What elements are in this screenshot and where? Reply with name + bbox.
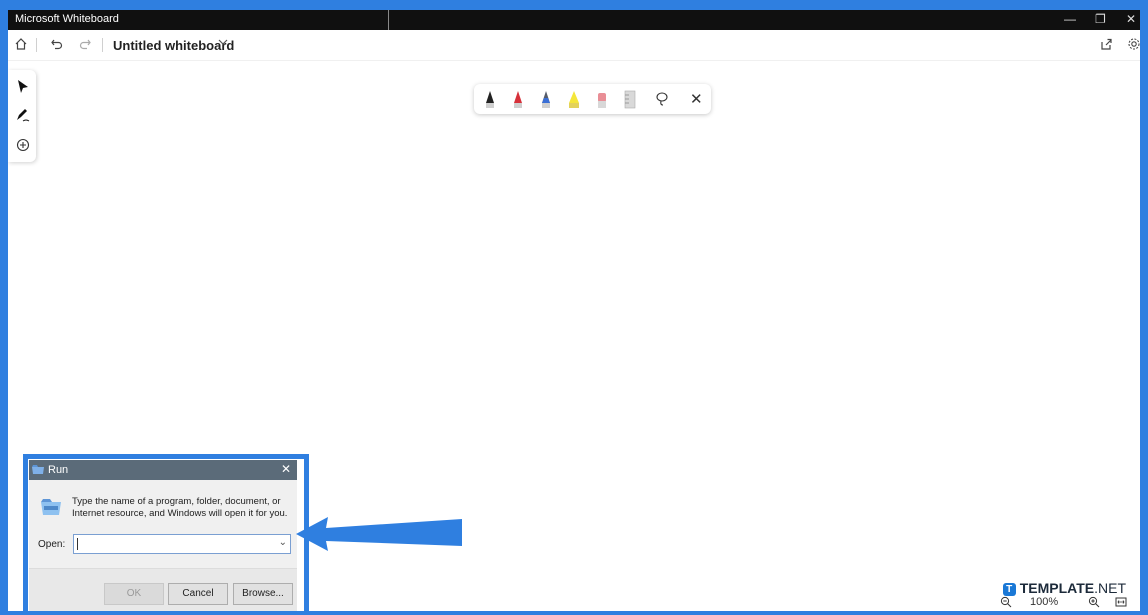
cancel-button[interactable]: Cancel (168, 583, 228, 605)
yellow-highlighter-icon[interactable] (566, 88, 582, 110)
home-icon[interactable] (14, 37, 28, 54)
open-input[interactable]: ⌄ (73, 534, 291, 554)
minimize-icon[interactable]: — (1064, 12, 1076, 26)
zoom-out-icon[interactable] (1000, 596, 1012, 611)
window-title: Microsoft Whiteboard (15, 13, 119, 25)
black-pen-icon[interactable] (482, 88, 498, 110)
run-app-icon (32, 465, 44, 474)
text-caret (77, 538, 78, 550)
settings-gear-icon[interactable] (1127, 37, 1140, 54)
run-footer: OK Cancel Browse... (29, 568, 297, 611)
share-icon[interactable] (1099, 37, 1113, 54)
browse-button[interactable]: Browse... (233, 583, 293, 605)
chevron-down-icon[interactable] (217, 36, 229, 51)
zoom-level: 100% (1030, 596, 1059, 608)
ok-button[interactable]: OK (104, 583, 164, 605)
run-title: Run (48, 464, 69, 476)
run-dialog: Run ✕ Type the name of a program, folder… (29, 460, 297, 611)
toolbar-separator (36, 38, 37, 52)
template-net-watermark: T TEMPLATE.NET (1002, 580, 1126, 596)
app-toolbar: Untitled whiteboard (8, 30, 1140, 61)
pen-toolbar: ✕ (474, 84, 711, 114)
title-bar: Microsoft Whiteboard — ❐ ✕ (8, 10, 1140, 30)
blue-pen-icon[interactable] (538, 88, 554, 110)
close-toolbar-icon[interactable]: ✕ (690, 90, 703, 108)
run-program-icon (41, 499, 61, 515)
zoom-controls: 100% (1000, 595, 1140, 611)
inking-pen-icon[interactable] (14, 106, 32, 124)
redo-icon[interactable] (78, 37, 92, 54)
toolbar-separator (102, 38, 103, 52)
close-icon[interactable]: ✕ (281, 462, 291, 476)
close-icon[interactable]: ✕ (1126, 12, 1136, 26)
add-plus-icon[interactable] (14, 136, 32, 154)
select-pointer-icon[interactable] (14, 78, 32, 96)
zoom-in-icon[interactable] (1088, 596, 1100, 611)
fit-to-screen-icon[interactable] (1115, 596, 1127, 611)
run-description: Type the name of a program, folder, docu… (72, 496, 288, 519)
whiteboard-window: Microsoft Whiteboard — ❐ ✕ Untitled whit… (8, 10, 1140, 611)
left-tool-rail (8, 70, 36, 162)
pointer-arrow (296, 517, 462, 551)
red-pen-icon[interactable] (510, 88, 526, 110)
title-separator (388, 10, 389, 30)
restore-icon[interactable]: ❐ (1095, 12, 1106, 26)
open-label: Open: (38, 539, 66, 550)
ruler-icon[interactable] (622, 88, 638, 110)
chevron-down-icon[interactable]: ⌄ (279, 537, 287, 548)
lasso-select-icon[interactable] (654, 90, 670, 112)
run-title-bar: Run ✕ (29, 460, 297, 480)
undo-icon[interactable] (50, 37, 64, 54)
eraser-icon[interactable] (594, 88, 610, 110)
